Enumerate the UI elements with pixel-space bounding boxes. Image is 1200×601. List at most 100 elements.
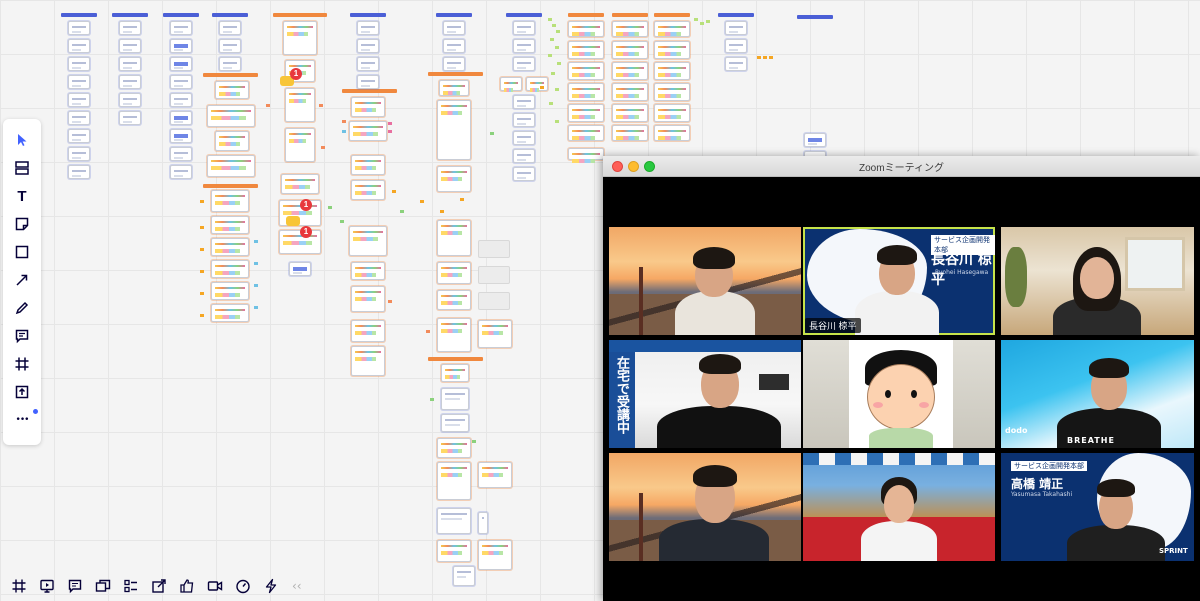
board-card[interactable] [513, 95, 535, 109]
board-card[interactable] [654, 125, 690, 141]
sticky-note[interactable] [254, 306, 258, 309]
board-card[interactable] [351, 262, 385, 280]
comment-tool[interactable] [7, 324, 37, 348]
board-card[interactable] [568, 125, 604, 141]
sticky-note[interactable] [200, 270, 204, 273]
frame-header[interactable] [568, 13, 604, 17]
board-card[interactable] [654, 104, 690, 122]
board-card[interactable] [351, 180, 385, 200]
board-card[interactable] [357, 57, 379, 71]
board-card[interactable] [170, 111, 192, 125]
board-card[interactable] [568, 104, 604, 122]
frame-header[interactable] [436, 13, 472, 17]
board-card[interactable] [219, 57, 241, 71]
integrations-button[interactable] [260, 575, 281, 596]
sticky-note[interactable] [254, 262, 258, 265]
sticky-note[interactable] [551, 72, 555, 75]
board-card[interactable] [612, 125, 648, 141]
board-card[interactable] [513, 131, 535, 145]
sticky-note[interactable] [319, 104, 323, 107]
board-card[interactable] [437, 290, 471, 310]
participant-tile[interactable] [803, 340, 995, 448]
board-card[interactable] [568, 148, 604, 163]
board-card[interactable] [439, 80, 469, 96]
sticky-note[interactable] [200, 226, 204, 229]
shape-tool[interactable] [7, 240, 37, 264]
board-card[interactable] [500, 77, 522, 92]
comments-button[interactable] [64, 575, 85, 596]
participant-tile[interactable] [1001, 227, 1194, 335]
board-card[interactable] [68, 75, 90, 89]
board-card[interactable] [211, 238, 249, 256]
sticky-note[interactable] [556, 30, 560, 33]
board-card[interactable] [612, 41, 648, 59]
board-card[interactable] [68, 111, 90, 125]
collapse-toolbar-button[interactable]: ‹‹ [292, 579, 302, 593]
board-card[interactable] [478, 320, 512, 348]
sticky-note[interactable] [757, 56, 761, 59]
board-card[interactable] [441, 364, 469, 382]
participant-tile[interactable]: dodo BREATHE [1001, 340, 1194, 448]
board-card[interactable] [211, 216, 249, 234]
participant-tile[interactable] [803, 453, 995, 561]
cards-button[interactable] [92, 575, 113, 596]
board-card[interactable] [513, 39, 535, 53]
sticky-note[interactable] [420, 200, 424, 203]
frame-header[interactable] [61, 13, 97, 17]
sticky-note[interactable] [555, 46, 559, 49]
board-card[interactable] [453, 566, 475, 586]
board-card[interactable] [170, 129, 192, 143]
board-card[interactable] [443, 21, 465, 35]
sticky-note[interactable] [266, 104, 270, 107]
board-card[interactable] [119, 21, 141, 35]
video-chat-button[interactable] [204, 575, 225, 596]
sticky-note[interactable] [321, 146, 325, 149]
frames-button[interactable] [8, 575, 29, 596]
board-card[interactable] [119, 111, 141, 125]
board-card[interactable] [804, 133, 826, 147]
board-card[interactable] [612, 21, 648, 37]
board-card[interactable] [119, 93, 141, 107]
board-card[interactable] [351, 320, 385, 342]
board-card[interactable] [349, 121, 387, 141]
placeholder-card[interactable] [478, 292, 510, 310]
board-card[interactable] [478, 512, 488, 534]
sticky-note[interactable] [552, 24, 556, 27]
present-button[interactable] [36, 575, 57, 596]
frame-header[interactable] [203, 73, 258, 77]
sticky-note[interactable] [548, 18, 552, 21]
participant-tile[interactable]: サービス企画開発本部 長谷川 椋平 Ryohei Hasegawa 長谷川 椋平 [803, 227, 995, 335]
board-card[interactable] [437, 100, 471, 160]
board-card[interactable] [478, 462, 512, 488]
share-screen-button[interactable] [148, 575, 169, 596]
participant-tile[interactable]: 在宅で受講中 [609, 340, 801, 448]
board-card[interactable] [513, 57, 535, 71]
sticky-note[interactable] [700, 22, 704, 25]
board-card[interactable] [513, 113, 535, 127]
sticky-note[interactable] [254, 284, 258, 287]
board-card[interactable] [285, 88, 315, 122]
board-card[interactable] [281, 174, 319, 194]
frame-header[interactable] [612, 13, 648, 17]
board-card[interactable] [351, 155, 385, 175]
board-card[interactable] [725, 57, 747, 71]
board-card[interactable] [349, 226, 387, 256]
sticky-note[interactable] [200, 248, 204, 251]
frame-header[interactable] [428, 357, 483, 361]
sticky-note[interactable] [400, 210, 404, 213]
board-card[interactable] [289, 262, 311, 276]
sticky-note[interactable] [472, 440, 476, 443]
notification-badge[interactable]: 1 [300, 199, 312, 211]
board-card[interactable] [568, 62, 604, 80]
board-card[interactable] [654, 62, 690, 80]
sticky-note[interactable] [342, 120, 346, 123]
board-card[interactable] [211, 282, 249, 300]
board-card[interactable] [437, 438, 471, 458]
board-card[interactable] [68, 165, 90, 179]
sticky-note[interactable] [200, 292, 204, 295]
frame-header[interactable] [718, 13, 754, 17]
board-card[interactable] [170, 21, 192, 35]
board-card[interactable] [119, 39, 141, 53]
board-card[interactable] [513, 21, 535, 35]
sticky-note[interactable] [555, 120, 559, 123]
